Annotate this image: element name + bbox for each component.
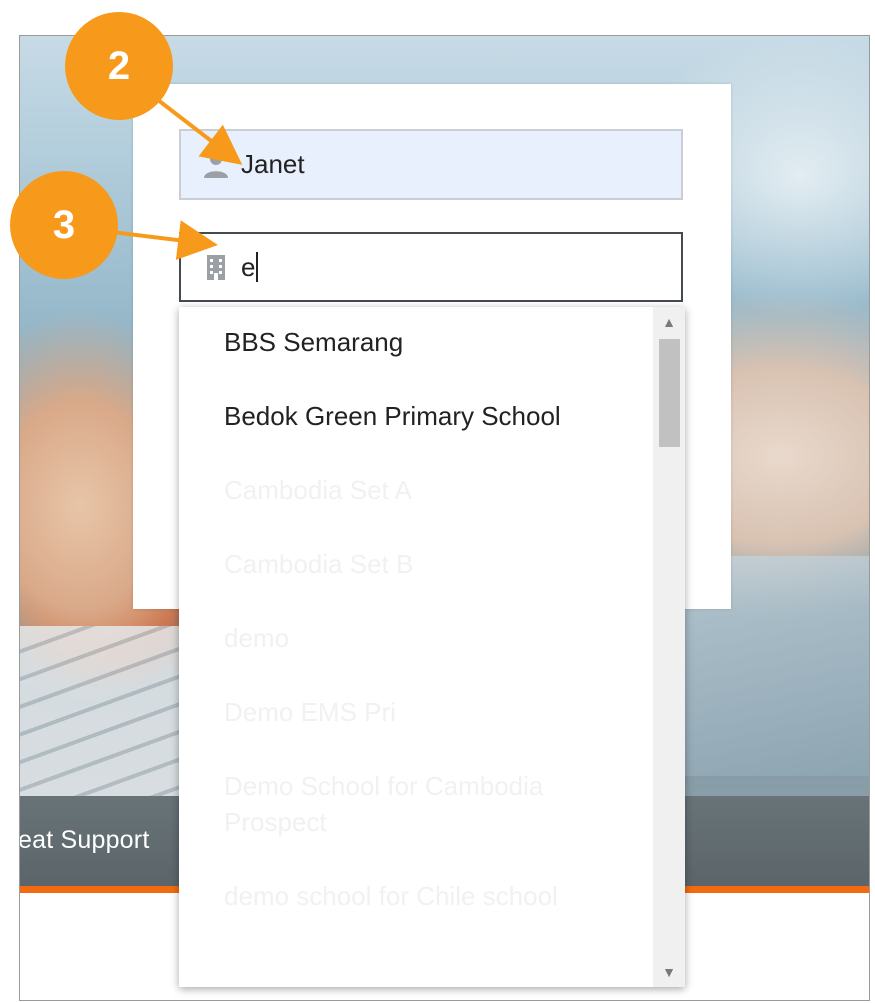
user-icon [204,152,228,178]
autocomplete-item[interactable]: demo school for Chile school [179,878,653,914]
school-search-input[interactable]: e [179,232,683,302]
step-3-badge: 3 [10,171,118,279]
autocomplete-item[interactable]: Demo School for Cambodia Prospect [179,768,653,840]
chevron-down-icon[interactable]: ▼ [653,957,685,987]
autocomplete-items: BBS Semarang Bedok Green Primary School … [179,307,653,914]
step-2-badge: 2 [65,12,173,120]
dropdown-scrollbar[interactable]: ▲ ▼ [653,307,685,987]
screenshot-frame: eat Support Janet e BBS Semarang Bedok G… [19,35,870,1001]
autocomplete-item[interactable]: Demo EMS Pri [179,694,653,730]
username-field[interactable]: Janet [179,129,683,200]
text-caret [256,252,258,282]
username-value: Janet [241,149,305,179]
chevron-up-icon[interactable]: ▲ [653,307,685,337]
school-search-value: e [241,252,258,283]
autocomplete-item[interactable]: Bedok Green Primary School [179,398,653,434]
scrollbar-thumb[interactable] [659,339,680,447]
autocomplete-item[interactable]: BBS Semarang [179,324,653,360]
autocomplete-item[interactable]: Cambodia Set A [179,472,653,508]
building-icon [207,255,225,280]
school-autocomplete-list[interactable]: BBS Semarang Bedok Green Primary School … [179,307,685,987]
autocomplete-item[interactable]: Cambodia Set B [179,546,653,582]
hero-caption: eat Support [19,826,150,854]
autocomplete-item[interactable]: demo [179,620,653,656]
